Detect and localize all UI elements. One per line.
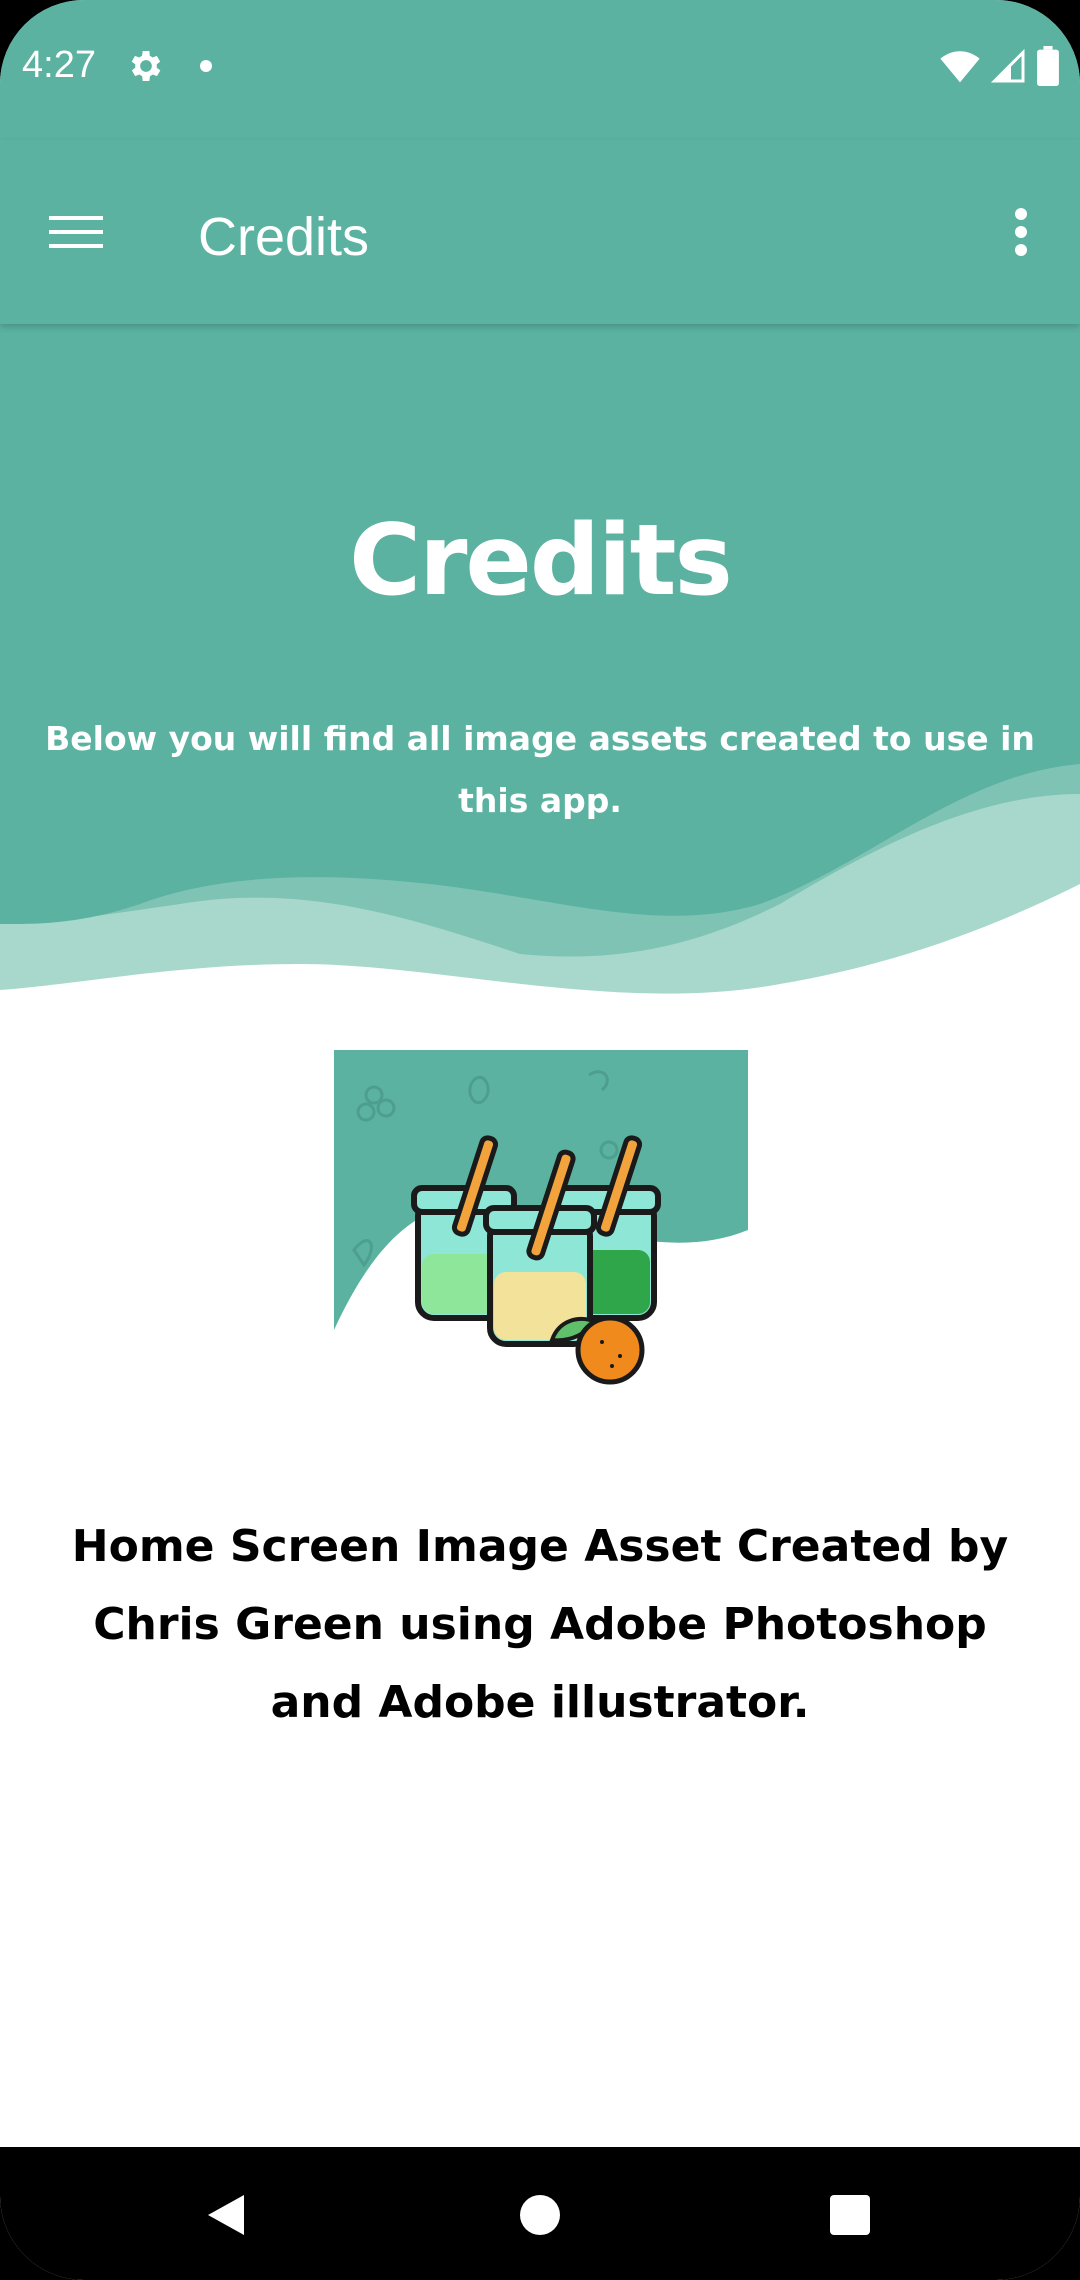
credits-screen: 4:27 Credits Credits Below you will find… [0, 0, 1080, 2280]
cellular-icon [990, 48, 1025, 83]
credits-header: Credits Below you will find all image as… [0, 324, 1080, 1024]
status-bar: 4:27 [0, 0, 1080, 140]
smoothie-jars-illustration [334, 1050, 748, 1385]
more-vert-icon [1015, 208, 1027, 256]
home-button[interactable] [500, 2175, 580, 2255]
app-bar-title: Credits [198, 207, 370, 267]
back-icon [208, 2195, 244, 2235]
status-icons [940, 44, 1060, 88]
status-time: 4:27 [22, 44, 96, 86]
header-wave-background [0, 324, 1080, 994]
back-button[interactable] [186, 2175, 266, 2255]
overflow-menu-button[interactable] [986, 192, 1056, 272]
system-nav-bar [0, 2147, 1080, 2280]
home-icon [520, 2195, 560, 2235]
gear-icon [131, 51, 161, 81]
recents-button[interactable] [810, 2175, 890, 2255]
credit-description: Home Screen Image Asset Created by Chris… [71, 1521, 1009, 1728]
app-bar: Credits [0, 140, 1080, 324]
hamburger-menu-icon [49, 216, 103, 248]
notification-dot-icon [200, 60, 212, 72]
page-title: Credits [349, 504, 733, 618]
battery-icon [1037, 46, 1059, 86]
wifi-icon [940, 51, 980, 83]
menu-button[interactable] [28, 192, 124, 272]
page-subtitle: Below you will find all image assets cre… [45, 719, 1035, 820]
recents-icon [830, 2195, 870, 2235]
